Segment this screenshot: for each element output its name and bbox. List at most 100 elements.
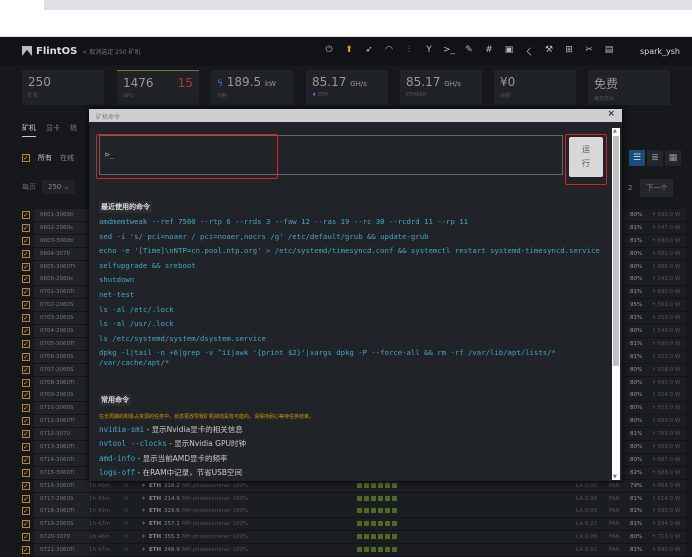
row-checkbox[interactable]: ✓ <box>22 533 30 542</box>
row-checkbox[interactable]: ✓ <box>22 481 30 490</box>
rig-name[interactable]: 0713-3060Ti <box>34 441 89 454</box>
common-command[interactable]: nvidia-smi - 显示Nvidia显卡的相关信息 <box>99 425 604 435</box>
row-checkbox[interactable]: ✓ <box>22 507 30 516</box>
filter-all[interactable]: 所有 <box>38 153 52 163</box>
tab-rigs[interactable]: 矿机 <box>22 123 36 137</box>
next-page-button[interactable]: 下一个 <box>640 179 674 197</box>
grid-icon[interactable]: ⊞ <box>562 45 576 58</box>
dialog-scrollbar[interactable]: ▲ ▼ <box>612 128 620 480</box>
row-checkbox[interactable]: ✓ <box>22 327 30 336</box>
row-checkbox[interactable]: ✓ <box>22 494 30 503</box>
rig-name[interactable]: 0710-2060S <box>34 402 89 415</box>
rig-name[interactable]: 0603-3060ti <box>34 234 89 247</box>
row-checkbox[interactable]: ✓ <box>22 223 30 232</box>
fork-icon[interactable]: Y <box>422 45 436 58</box>
brush-icon[interactable]: ✎ <box>462 45 476 58</box>
select-all-checkbox[interactable]: ✓ <box>22 154 30 162</box>
tuning-icon[interactable]: ⫶ <box>402 45 416 58</box>
rig-row[interactable]: ✓ 0720-3070 1h 46m N ♦ ETH 355.3 MH phoenixmine… <box>0 531 692 545</box>
row-checkbox[interactable]: ✓ <box>22 275 30 284</box>
common-command[interactable]: nvtool --clocks - 显示Nvidia GPU时钟 <box>99 439 604 449</box>
rig-row[interactable]: ✓ 0716-3060Ti 1h 46m N ♦ ETH 318.2 MH phoenixmi… <box>0 479 692 493</box>
row-checkbox[interactable]: ✓ <box>22 520 30 529</box>
rig-name[interactable]: 0708-3060Ti <box>34 376 89 389</box>
recent-command[interactable]: dpkg -l|tail -n +6|grep -v ^ii|awk '{pri… <box>99 348 604 368</box>
row-checkbox[interactable]: ✓ <box>22 262 30 271</box>
recent-command[interactable]: sed -i 's/ pci=noaer / pci=noaer,nocrs /… <box>99 232 604 242</box>
recent-command[interactable]: selfupgrade && sreboot <box>99 261 604 271</box>
rig-name[interactable]: 0702-2060S <box>34 299 89 312</box>
rig-name[interactable]: 0706-2060S <box>34 350 89 363</box>
rig-name[interactable]: 0714-3060Ti <box>34 453 89 466</box>
row-checkbox[interactable]: ✓ <box>22 301 30 310</box>
row-checkbox[interactable]: ✓ <box>22 391 30 400</box>
flash-icon[interactable]: ㄑ <box>522 45 536 58</box>
view-list-icon[interactable]: ≣ <box>647 150 663 166</box>
rig-name[interactable]: 0711-3060Ti <box>34 415 89 428</box>
username[interactable]: spark_ysh <box>640 47 680 56</box>
rig-name[interactable]: 0720-3070 <box>34 531 89 544</box>
row-checkbox[interactable]: ✓ <box>22 339 30 348</box>
rig-name[interactable]: 0705-3060Ti <box>34 337 89 350</box>
view-grid-icon[interactable]: ▦ <box>665 150 681 166</box>
rig-row[interactable]: ✓ 0718-3060Ti 1h 49m N ♦ ETH 329.6 MH phoenixmi… <box>0 505 692 519</box>
recent-command[interactable]: ls -al /usr/.lock <box>99 319 604 329</box>
recent-command[interactable]: ls /etc/systemd/system/dsystem.service <box>99 334 604 344</box>
rig-row[interactable]: ✓ 0717-2060S 1h 49m N ♦ ETH 214.9 MH phoenixmin… <box>0 492 692 506</box>
hash-icon[interactable]: # <box>482 45 496 58</box>
tab-gpus[interactable]: 显卡 <box>46 123 60 137</box>
scroll-thumb[interactable] <box>613 136 619 366</box>
terminal-icon[interactable]: >_ <box>442 45 456 58</box>
rig-name[interactable]: 0719-2060S <box>34 518 89 531</box>
rig-row[interactable]: ✓ 0719-2060S 1h 47m N ♦ ETH 257.1 MH phoenixmin… <box>0 518 692 532</box>
scroll-up-icon[interactable]: ▲ <box>613 128 617 134</box>
rocket-icon[interactable]: ➶ <box>362 45 376 58</box>
tools-icon[interactable]: ⚒ <box>542 45 556 58</box>
row-checkbox[interactable]: ✓ <box>22 249 30 258</box>
recent-command[interactable]: net-test <box>99 290 604 300</box>
rig-name[interactable]: 0717-2060S <box>34 492 89 505</box>
power-icon[interactable]: ⏻ <box>322 45 336 58</box>
console-icon[interactable]: ▣ <box>502 45 516 58</box>
command-name[interactable]: amd-info <box>99 454 135 463</box>
rig-name[interactable]: 0605-3060TI <box>34 260 89 273</box>
row-checkbox[interactable]: ✓ <box>22 430 30 439</box>
row-checkbox[interactable]: ✓ <box>22 468 30 477</box>
row-checkbox[interactable]: ✓ <box>22 546 30 555</box>
command-name[interactable]: nvtool --clocks <box>99 439 167 448</box>
tab-stats[interactable]: 统 <box>70 123 77 137</box>
rig-name[interactable]: 0604-3070 <box>34 247 89 260</box>
rig-name[interactable]: 0721-3060Ti <box>34 544 89 557</box>
rig-name[interactable]: 0704-2060S <box>34 325 89 338</box>
recent-command[interactable]: amdmemtweak --ref 7500 --rtp 6 --rrds 3 … <box>99 217 604 227</box>
recent-command[interactable]: shutdown <box>99 275 604 285</box>
rig-name[interactable]: 0718-3060Ti <box>34 505 89 518</box>
breadcrumb[interactable]: < 取消选定 250 矿机 <box>82 47 140 56</box>
recent-command[interactable]: echo -e '[Time]\nNTP=cn.pool.ntp.org' > … <box>99 246 604 256</box>
rig-row[interactable]: ✓ 0721-3060Ti 1h 47m N ♦ ETH 348.9 MH phoenixmi… <box>0 544 692 557</box>
menu-icon[interactable]: ▤ <box>602 45 616 58</box>
close-icon[interactable]: × <box>607 109 615 119</box>
common-command[interactable]: amd-info - 显示当前AMD显卡的频率 <box>99 454 604 464</box>
rig-name[interactable]: 0712-3070 <box>34 428 89 441</box>
view-compact-icon[interactable]: ☰ <box>629 150 645 166</box>
browser-tab[interactable] <box>0 0 44 10</box>
rig-name[interactable]: 0701-3060Ti <box>34 286 89 299</box>
rig-name[interactable]: 0606-2060s <box>34 273 89 286</box>
wrench-icon[interactable]: ✂ <box>582 45 596 58</box>
rig-name[interactable]: 0707-2060S <box>34 363 89 376</box>
rig-name[interactable]: 0602-2060s <box>34 221 89 234</box>
row-checkbox[interactable]: ✓ <box>22 378 30 387</box>
row-checkbox[interactable]: ✓ <box>22 236 30 245</box>
row-checkbox[interactable]: ✓ <box>22 314 30 323</box>
recent-command[interactable]: ls -al /etc/.lock <box>99 305 604 315</box>
command-name[interactable]: logs-off <box>99 468 135 477</box>
rig-name[interactable]: 0703-2060S <box>34 312 89 325</box>
row-checkbox[interactable]: ✓ <box>22 352 30 361</box>
page-2[interactable]: 2 <box>628 184 632 192</box>
scroll-down-icon[interactable]: ▼ <box>613 474 617 480</box>
row-checkbox[interactable]: ✓ <box>22 455 30 464</box>
row-checkbox[interactable]: ✓ <box>22 443 30 452</box>
row-checkbox[interactable]: ✓ <box>22 417 30 426</box>
common-command[interactable]: logs-off - 在RAM中记录，节省USB空间 <box>99 468 604 478</box>
